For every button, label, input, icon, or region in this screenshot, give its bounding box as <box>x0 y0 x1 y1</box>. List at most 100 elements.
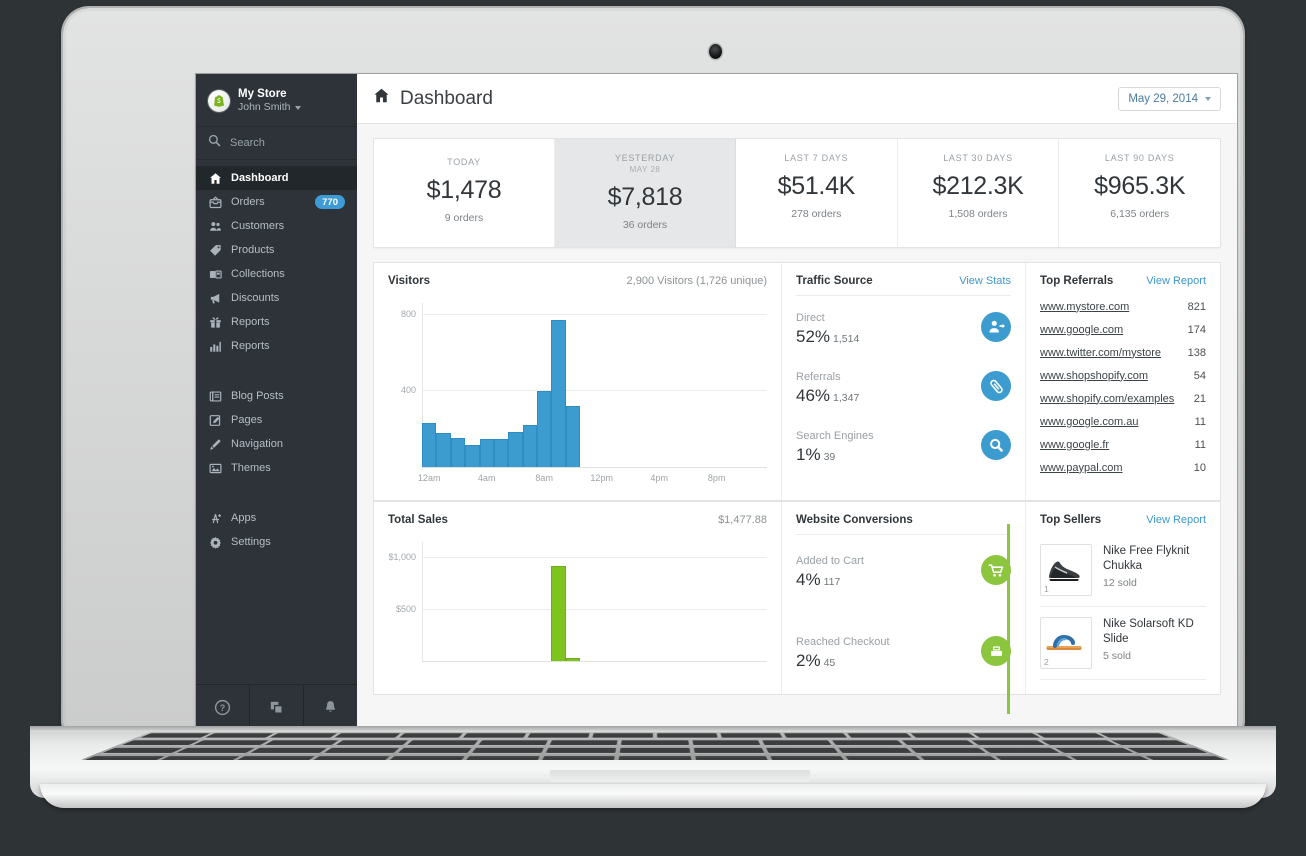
traffic-source-percent: 1% <box>796 445 821 464</box>
sidebar-item-orders[interactable]: Orders 770 <box>196 190 357 214</box>
help-icon[interactable]: ? <box>196 685 250 729</box>
search-input[interactable]: Search <box>196 126 357 160</box>
x-axis-tick-label: 4am <box>477 473 496 483</box>
sidebar-item-collections[interactable]: Collections <box>196 262 357 286</box>
keyboard-row <box>133 732 1178 739</box>
dashboard-row-1: Visitors 2,900 Visitors (1,726 unique) 4… <box>373 262 1221 501</box>
sidebar-item-dashboard[interactable]: Dashboard <box>196 166 357 190</box>
keyboard-key <box>693 747 764 754</box>
date-range-label: May 29, 2014 <box>1128 92 1198 105</box>
bar <box>522 424 537 467</box>
keyboard-key <box>1041 740 1117 746</box>
referral-url[interactable]: www.mystore.com <box>1040 301 1129 313</box>
kpi-last-30-days[interactable]: LAST 30 DAYS $212.3K 1,508 orders <box>898 139 1060 247</box>
kpi-orders: 6,135 orders <box>1110 208 1170 220</box>
referral-url[interactable]: www.twitter.com/mystore <box>1040 347 1161 359</box>
rank-label: 1 <box>1044 584 1049 594</box>
bar-series <box>422 542 767 661</box>
store-user-label: John Smith <box>238 101 291 113</box>
kpi-orders: 278 orders <box>791 208 842 220</box>
referral-url[interactable]: www.paypal.com <box>1040 462 1123 474</box>
sidebar-item-reports[interactable]: Reports <box>196 334 357 358</box>
bell-icon[interactable] <box>304 685 357 729</box>
store-switcher[interactable]: My Store John Smith <box>196 74 357 126</box>
list-item[interactable]: 1 Nike Free Flyknit Chukka 12 sold <box>1040 534 1206 607</box>
sidebar-item-label: Products <box>231 244 275 256</box>
kpi-today[interactable]: TODAY $1,478 9 orders <box>374 139 555 247</box>
traffic-source-count: 39 <box>823 451 836 463</box>
bar <box>493 438 509 467</box>
list-item[interactable]: 2 Nike Solarsoft KD Slide 5 sold <box>1040 607 1206 680</box>
referral-value: 11 <box>1194 438 1206 451</box>
keyboard-key <box>407 740 479 746</box>
list-item[interactable]: www.google.com 174 <box>1040 318 1206 341</box>
list-item[interactable]: www.paypal.com 10 <box>1040 456 1206 479</box>
visitors-title: Visitors <box>388 275 430 287</box>
kpi-value: $51.4K <box>777 172 856 200</box>
sidebar-item-customers[interactable]: Customers <box>196 214 357 238</box>
list-item[interactable]: www.shopify.com/examples 21 <box>1040 387 1206 410</box>
sidebar-item-themes[interactable]: Themes <box>196 456 357 480</box>
traffic-source-name: Referrals <box>796 371 841 383</box>
kpi-orders: 36 orders <box>622 219 668 231</box>
view-report-link[interactable]: View Report <box>1146 514 1206 526</box>
kpi-yesterday[interactable]: YESTERDAY MAY 28 $7,818 36 orders <box>555 139 736 247</box>
sidebar-item-gift-cards[interactable]: Reports <box>196 310 357 334</box>
list-item[interactable]: www.mystore.com 821 <box>1040 295 1206 318</box>
rank-label: 2 <box>1044 657 1049 667</box>
sidebar-item-label: Settings <box>231 536 271 548</box>
keyboard-key <box>621 740 689 746</box>
referral-url[interactable]: www.shopify.com/examples <box>1040 393 1174 405</box>
referral-url[interactable]: www.google.com <box>1040 324 1123 336</box>
store-identity: My Store John Smith <box>238 88 301 114</box>
conversion-value: 4% 117 <box>796 570 981 590</box>
windows-icon[interactable] <box>250 685 304 729</box>
customers-icon <box>208 219 222 233</box>
kpi-last-90-days[interactable]: LAST 90 DAYS $965.3K 6,135 orders <box>1059 139 1220 247</box>
screenshot-stage: My Store John Smith Search Dashboard Ord… <box>0 0 1306 856</box>
sidebar-item-label: Reports <box>231 316 270 328</box>
referral-url[interactable]: www.google.fr <box>1040 439 1109 451</box>
orders-icon <box>208 195 222 209</box>
referral-url[interactable]: www.shopshopify.com <box>1040 370 1148 382</box>
view-stats-link[interactable]: View Stats <box>959 275 1011 287</box>
nav-system: Apps Settings <box>196 500 357 560</box>
link-icon <box>981 371 1011 401</box>
keyboard-key <box>527 733 590 738</box>
sidebar-item-settings[interactable]: Settings <box>196 530 357 554</box>
list-item[interactable]: www.twitter.com/mystore 138 <box>1040 341 1206 364</box>
sidebar-item-navigation[interactable]: Navigation <box>196 432 357 456</box>
list-item[interactable]: www.shopshopify.com 54 <box>1040 364 1206 387</box>
kpi-label: YESTERDAY <box>614 153 676 163</box>
sidebar-item-label: Dashboard <box>231 172 289 184</box>
sidebar-item-products[interactable]: Products <box>196 238 357 262</box>
traffic-source-percent: 46% <box>796 386 831 405</box>
kpi-label: TODAY <box>447 157 481 167</box>
keyboard-key <box>472 747 545 754</box>
keyboard-key <box>973 733 1041 738</box>
pages-icon <box>208 413 222 427</box>
date-range-picker[interactable]: May 29, 2014 <box>1118 86 1221 111</box>
total-sales-title: Total Sales <box>388 514 448 526</box>
kpi-last-7-days[interactable]: LAST 7 DAYS $51.4K 278 orders <box>736 139 898 247</box>
y-axis-tick-label: $500 <box>395 603 416 614</box>
sidebar-item-pages[interactable]: Pages <box>196 408 357 432</box>
sidebar-item-label: Themes <box>231 462 271 474</box>
chevron-down-icon <box>294 105 301 110</box>
sidebar-item-blog-posts[interactable]: Blog Posts <box>196 384 357 408</box>
laptop-keyboard <box>80 732 1230 761</box>
sidebar-item-discounts[interactable]: Discounts <box>196 286 357 310</box>
total-sales-header: Total Sales $1,477.88 <box>388 514 767 534</box>
laptop-base <box>30 726 1276 808</box>
total-sales-plot: $500 $1,000 <box>388 542 767 662</box>
sidebar-item-apps[interactable]: Apps <box>196 506 357 530</box>
keyboard-key <box>831 740 903 746</box>
view-report-link[interactable]: View Report <box>1146 275 1206 287</box>
traffic-source-row: Referrals 46% 1,347 <box>796 361 1011 420</box>
list-item[interactable]: www.google.com.au 11 <box>1040 410 1206 433</box>
themes-icon <box>208 461 222 475</box>
keyboard-key <box>541 756 616 761</box>
list-item[interactable]: www.google.fr 11 <box>1040 433 1206 456</box>
referral-url[interactable]: www.google.com.au <box>1040 416 1138 428</box>
traffic-source-count: 1,347 <box>833 392 860 404</box>
